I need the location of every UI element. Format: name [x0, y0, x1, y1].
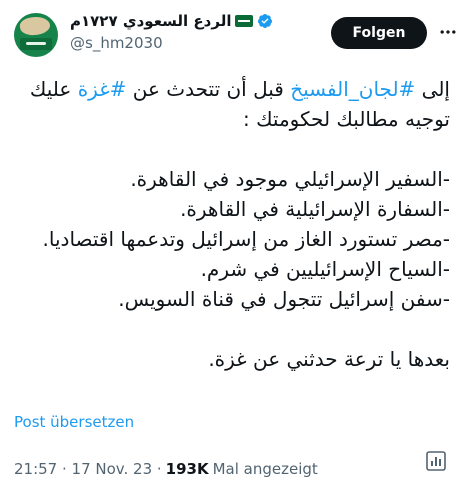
- analytics-icon[interactable]: [424, 449, 448, 473]
- follow-button[interactable]: Folgen: [331, 17, 427, 49]
- hashtag-link[interactable]: #غزة: [78, 77, 127, 101]
- more-button[interactable]: [438, 20, 458, 44]
- tweet-line-1: إلى #لجان_الفسيخ قبل أن تتحدث عن #غزة عل…: [14, 74, 450, 104]
- avatar-map-shape: [18, 14, 52, 38]
- timestamp[interactable]: 21:57 · 17 Nov. 23 ·: [14, 460, 162, 478]
- avatar[interactable]: [14, 13, 58, 57]
- text-fragment: قبل أن تتحدث عن: [126, 77, 291, 101]
- display-name[interactable]: الردع السعودي ١٧٢٧م: [70, 12, 231, 30]
- translate-post-link[interactable]: Post übersetzen: [14, 413, 134, 431]
- verified-badge-icon: [258, 14, 273, 28]
- tweet-line-6: -مصر تستورد الغاز من إسرائيل وتدعمها اقت…: [42, 227, 450, 251]
- saudi-flag-icon: [235, 15, 254, 27]
- tweet-line-2: توجيه مطالبك لحكومتك :: [242, 107, 450, 131]
- tweet-header: الردع السعودي ١٧٢٧م @s_hm2030 Folgen: [0, 0, 464, 62]
- user-handle[interactable]: @s_hm2030: [70, 34, 163, 52]
- view-count-label: Mal angezeigt: [212, 460, 318, 478]
- tweet-text: إلى #لجان_الفسيخ قبل أن تتحدث عن #غزة عل…: [14, 74, 450, 374]
- avatar-flag-shape: [20, 38, 52, 50]
- tweet-line-4: -السفير الإسرائيلي موجود في القاهرة.: [130, 167, 450, 191]
- view-count: 193K: [165, 460, 209, 478]
- more-icon: [440, 30, 456, 34]
- name-row[interactable]: الردع السعودي ١٧٢٧م: [70, 10, 273, 32]
- tweet-line-5: -السفارة الإسرائيلية في القاهرة.: [180, 197, 450, 221]
- tweet-line-10: بعدها يا ترعة حدثني عن غزة.: [208, 347, 450, 371]
- text-fragment: إلى: [415, 77, 450, 101]
- text-fragment: عليك: [29, 77, 78, 101]
- tweet-meta: 21:57 · 17 Nov. 23 · 193K Mal angezeigt: [14, 458, 318, 480]
- tweet-line-8: -سفن إسرائيل تتجول في قناة السويس.: [118, 287, 450, 311]
- hashtag-link[interactable]: #لجان_الفسيخ: [290, 77, 415, 101]
- tweet-line-7: -السياح الإسرائيليين في شرم.: [200, 257, 450, 281]
